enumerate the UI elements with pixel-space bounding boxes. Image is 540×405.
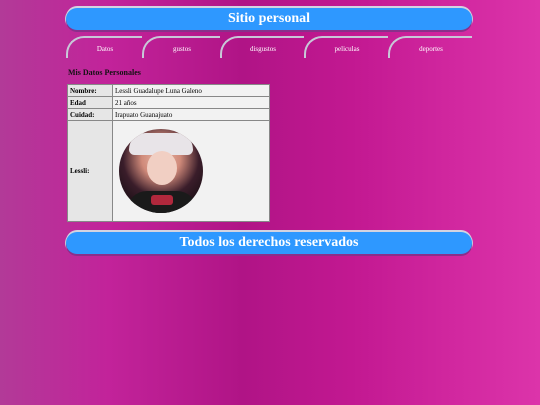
site-title-banner: Sitio personal [66,8,472,30]
table-row: Nombre: Lessli Guadalupe Luna Galeno [67,84,270,97]
photo-shirt-print [151,195,173,205]
nav-bar: Datos gustos disgustos peliculas deporte… [66,36,476,58]
row-value: Irapuato Guanajuato [112,108,270,121]
row-value: Lessli Guadalupe Luna Galeno [112,84,270,97]
site-title: Sitio personal [227,11,311,26]
tab-disgustos[interactable]: disgustos [220,36,304,58]
section-title: Mis Datos Personales [68,68,141,77]
tab-datos[interactable]: Datos [66,36,142,58]
profile-photo [119,129,203,213]
footer-banner: Todos los derechos reservados [66,232,472,254]
personal-data-table: Nombre: Lessli Guadalupe Luna Galeno Eda… [67,84,270,222]
photo-cell [112,120,270,222]
footer-text: Todos los derechos reservados [179,235,359,250]
table-row: Edad 21 años [67,96,270,109]
row-key: Lessli: [67,120,113,222]
tab-deportes[interactable]: deportes [388,36,472,58]
row-key: Edad [67,96,113,109]
table-row: Lessli: [67,120,270,222]
table-row: Cuidad: Irapuato Guanajuato [67,108,270,121]
tab-gustos[interactable]: gustos [142,36,220,58]
row-key: Cuidad: [67,108,113,121]
tab-peliculas[interactable]: peliculas [304,36,388,58]
photo-face [147,151,177,185]
row-key: Nombre: [67,84,113,97]
row-value: 21 años [112,96,270,109]
